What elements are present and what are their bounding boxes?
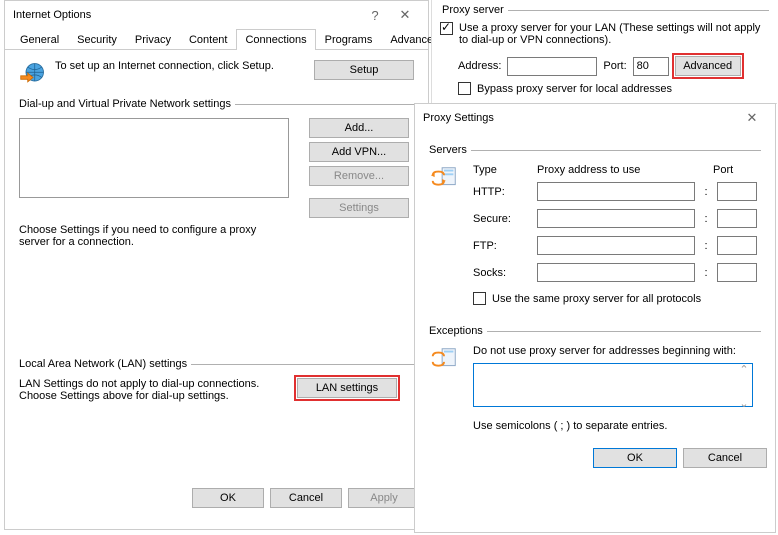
exceptions-legend: Exceptions bbox=[429, 325, 487, 337]
address-input[interactable] bbox=[507, 57, 597, 76]
addr-header: Proxy address to use bbox=[537, 164, 705, 176]
type-header: Type bbox=[473, 164, 529, 176]
proxy-settings-titlebar: Proxy Settings ✕ bbox=[415, 104, 775, 132]
proxy-close-button[interactable]: ✕ bbox=[737, 110, 767, 126]
io-apply-button[interactable]: Apply bbox=[348, 488, 420, 508]
setup-button[interactable]: Setup bbox=[314, 60, 414, 80]
proxy-settings-title: Proxy Settings bbox=[423, 112, 494, 124]
port-header: Port bbox=[713, 164, 733, 176]
http-label: HTTP: bbox=[473, 186, 529, 198]
ftp-port-input[interactable] bbox=[717, 236, 757, 255]
servers-legend: Servers bbox=[429, 144, 471, 156]
ps-ok-button[interactable]: OK bbox=[593, 448, 677, 468]
remove-button[interactable]: Remove... bbox=[309, 166, 409, 186]
proxy-settings-window: Proxy Settings ✕ Servers Type Proxy addr… bbox=[414, 103, 776, 533]
dialup-note: Choose Settings if you need to configure… bbox=[19, 224, 279, 248]
servers-group: Servers Type Proxy address to use Port H… bbox=[429, 144, 761, 305]
dialup-listbox[interactable] bbox=[19, 118, 289, 198]
advanced-button[interactable]: Advanced bbox=[675, 56, 741, 76]
bypass-checkbox[interactable] bbox=[458, 82, 471, 95]
help-button[interactable]: ? bbox=[360, 8, 390, 23]
ftp-label: FTP: bbox=[473, 240, 529, 252]
exceptions-textarea[interactable] bbox=[473, 363, 753, 407]
bypass-label: Bypass proxy server for local addresses bbox=[477, 83, 672, 95]
globe-arrow-icon bbox=[19, 60, 47, 88]
internet-options-titlebar: Internet Options ? ✕ bbox=[5, 1, 428, 29]
secure-port-input[interactable] bbox=[717, 209, 757, 228]
internet-options-window: Internet Options ? ✕ General Security Pr… bbox=[4, 0, 429, 530]
tab-security[interactable]: Security bbox=[68, 29, 126, 50]
socks-label: Socks: bbox=[473, 267, 529, 279]
scroll-indicator: ⌃⌄ bbox=[737, 363, 751, 410]
tab-programs[interactable]: Programs bbox=[316, 29, 382, 50]
close-button[interactable]: ✕ bbox=[390, 7, 420, 23]
use-proxy-label: Use a proxy server for your LAN (These s… bbox=[459, 22, 769, 46]
tab-privacy[interactable]: Privacy bbox=[126, 29, 180, 50]
address-label: Address: bbox=[458, 60, 501, 72]
sep: : bbox=[703, 186, 709, 198]
proxy-server-fieldset: Proxy server Use a proxy server for your… bbox=[440, 4, 769, 95]
http-port-input[interactable] bbox=[717, 182, 757, 201]
dialup-settings-button[interactable]: Settings bbox=[309, 198, 409, 218]
exceptions-icon bbox=[429, 345, 459, 375]
lan-settings-button[interactable]: LAN settings bbox=[297, 378, 397, 398]
sep: : bbox=[703, 240, 709, 252]
lan-note: LAN Settings do not apply to dial-up con… bbox=[19, 378, 289, 402]
exceptions-group: Exceptions Do not use proxy server for a… bbox=[429, 325, 761, 432]
proxy-server-legend: Proxy server bbox=[440, 4, 508, 16]
lan-legend: Local Area Network (LAN) settings bbox=[19, 358, 191, 370]
sep: : bbox=[703, 267, 709, 279]
internet-options-title: Internet Options bbox=[13, 9, 91, 21]
port-input[interactable] bbox=[633, 57, 669, 76]
setup-text: To set up an Internet connection, click … bbox=[55, 60, 306, 72]
use-proxy-checkbox[interactable] bbox=[440, 22, 453, 35]
dialup-legend: Dial-up and Virtual Private Network sett… bbox=[19, 98, 235, 110]
exceptions-note: Do not use proxy server for addresses be… bbox=[473, 345, 761, 357]
exceptions-hint: Use semicolons ( ; ) to separate entries… bbox=[473, 420, 761, 432]
same-proxy-label: Use the same proxy server for all protoc… bbox=[492, 293, 701, 305]
port-label: Port: bbox=[603, 60, 626, 72]
tab-strip: General Security Privacy Content Connect… bbox=[5, 29, 428, 50]
server-icon bbox=[429, 164, 459, 194]
proxy-server-section: Proxy server Use a proxy server for your… bbox=[431, 0, 777, 104]
tab-content[interactable]: Content bbox=[180, 29, 237, 50]
socks-port-input[interactable] bbox=[717, 263, 757, 282]
lan-group: Local Area Network (LAN) settings LAN Se… bbox=[19, 358, 414, 402]
socks-addr-input[interactable] bbox=[537, 263, 695, 282]
secure-label: Secure: bbox=[473, 213, 529, 225]
sep: : bbox=[703, 213, 709, 225]
tab-general[interactable]: General bbox=[11, 29, 68, 50]
ftp-addr-input[interactable] bbox=[537, 236, 695, 255]
add-button[interactable]: Add... bbox=[309, 118, 409, 138]
internet-options-footer: OK Cancel Apply bbox=[5, 480, 428, 516]
same-proxy-checkbox[interactable] bbox=[473, 292, 486, 305]
io-ok-button[interactable]: OK bbox=[192, 488, 264, 508]
tab-connections[interactable]: Connections bbox=[236, 29, 315, 50]
proxy-settings-footer: OK Cancel bbox=[415, 440, 775, 476]
io-cancel-button[interactable]: Cancel bbox=[270, 488, 342, 508]
add-vpn-button[interactable]: Add VPN... bbox=[309, 142, 409, 162]
ps-cancel-button[interactable]: Cancel bbox=[683, 448, 767, 468]
dialup-group: Dial-up and Virtual Private Network sett… bbox=[19, 98, 414, 248]
http-addr-input[interactable] bbox=[537, 182, 695, 201]
secure-addr-input[interactable] bbox=[537, 209, 695, 228]
